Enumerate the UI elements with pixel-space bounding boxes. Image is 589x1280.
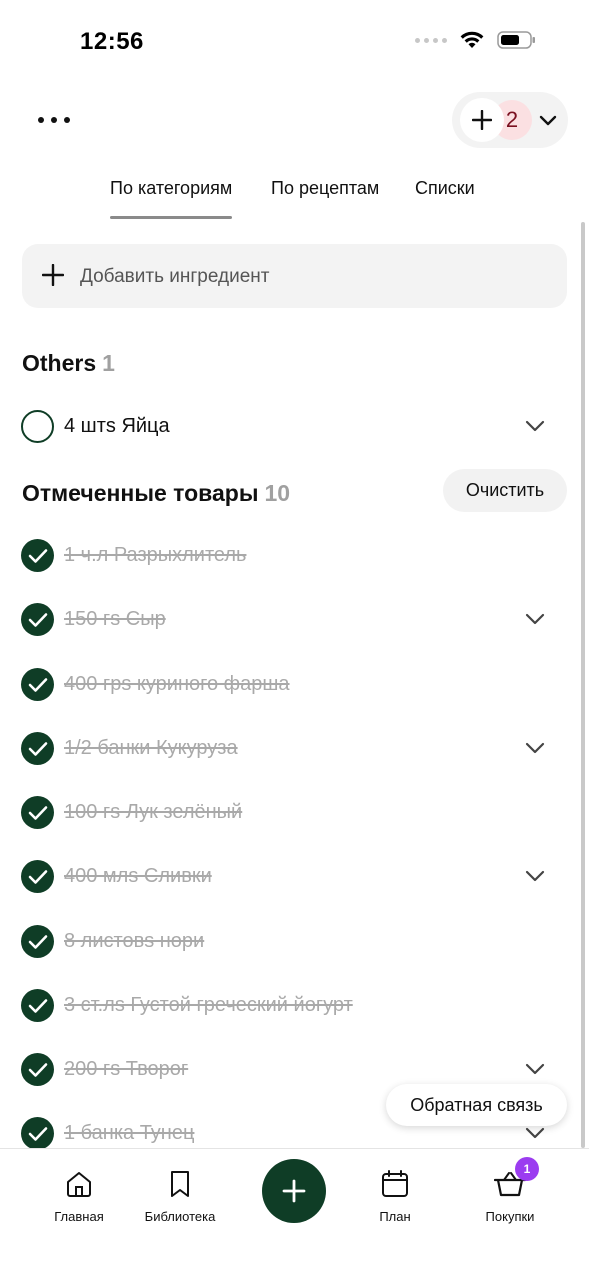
chevron-down-icon[interactable] [524,739,546,757]
item-label: 1 банка Тунец [64,1122,195,1144]
item-checkbox[interactable] [21,668,54,701]
item-label: 1/2 банки Кукуруза [64,737,238,759]
top-bar: 2 [0,92,589,148]
section-count: 10 [264,480,291,506]
status-bar: 12:56 [0,0,589,80]
nav-library[interactable]: Библиотека [125,1167,235,1224]
item-checkbox[interactable] [21,925,54,958]
tab-lists[interactable]: Списки [415,178,475,199]
item-label: 1 ч.л Разрыхлитель [64,544,247,566]
chevron-down-icon[interactable] [524,610,546,628]
status-icons [415,30,537,50]
section-others-title: Others 1 [22,350,115,377]
item-checkbox[interactable] [21,732,54,765]
chevron-down-icon[interactable] [538,108,558,132]
item-checkbox[interactable] [21,410,54,443]
list-item: 400 грs куриного фарша [0,664,589,704]
check-icon [28,677,47,692]
item-label: 8 листовs нори [64,930,205,952]
list-item: 400 млs Сливки [0,856,589,896]
feedback-button[interactable]: Обратная связь [386,1084,567,1126]
check-icon [28,805,47,820]
nav-plan-label: План [379,1209,411,1224]
status-time: 12:56 [80,28,144,55]
bottom-nav: Главная Библиотека План 1 Покупки [0,1148,589,1280]
check-icon [28,934,47,949]
item-label: 100 гs Лук зелёный [64,801,243,823]
section-count: 1 [102,350,115,376]
list-item: 3 ст.лs Густой греческий йогурт [0,985,589,1025]
section-title-text: Others [22,350,97,376]
section-checked-title: Отмеченные товары 10 [22,480,290,507]
item-checkbox[interactable] [21,539,54,572]
check-icon [28,1062,47,1077]
bookmark-icon [171,1171,189,1197]
check-icon [28,1126,47,1141]
list-item: 100 гs Лук зелёный [0,792,589,832]
check-icon [28,741,47,756]
check-icon [28,998,47,1013]
tab-by-category[interactable]: По категориям [110,178,233,219]
item-label: 150 гs Сыр [64,608,166,630]
nav-home-label: Главная [54,1209,104,1224]
item-label: 3 ст.лs Густой греческий йогурт [64,994,353,1016]
chevron-down-icon[interactable] [524,417,546,435]
chevron-down-icon[interactable] [524,1060,546,1078]
add-servings-button[interactable] [460,98,504,142]
list-item: 4 штs Яйца [0,406,589,446]
check-icon [28,869,47,884]
check-icon [28,548,47,563]
add-ingredient-input[interactable]: Добавить ингредиент [22,244,567,308]
tab-by-recipe[interactable]: По рецептам [271,178,379,199]
plus-icon [282,1179,306,1203]
cellular-signal-icon [415,37,447,43]
check-icon [28,612,47,627]
tabs: По категориям По рецептам Списки [0,172,589,222]
plus-icon [472,110,492,130]
home-icon [67,1172,91,1197]
item-label: 400 грs куриного фарша [64,673,290,695]
nav-home[interactable]: Главная [24,1167,134,1224]
nav-plan[interactable]: План [340,1167,450,1224]
nav-library-label: Библиотека [144,1209,216,1224]
clear-button[interactable]: Очистить [443,469,567,512]
list-item: 200 гs Творог [0,1049,589,1089]
nav-shopping-label: Покупки [485,1209,535,1224]
list-item: 1/2 банки Кукуруза [0,728,589,768]
chevron-down-icon[interactable] [524,1124,546,1142]
item-label: 400 млs Сливки [64,865,212,887]
list-item: 150 гs Сыр [0,599,589,639]
servings-selector[interactable]: 2 [452,92,568,148]
item-label: 4 штs Яйца [64,415,170,437]
plus-icon [42,264,64,286]
calendar-icon [382,1170,408,1197]
item-checkbox[interactable] [21,1117,54,1150]
list-item: 8 листовs нори [0,921,589,961]
item-checkbox[interactable] [21,603,54,636]
item-checkbox[interactable] [21,860,54,893]
add-button[interactable] [262,1159,326,1223]
battery-icon [497,31,535,49]
item-label: 200 гs Творог [64,1058,189,1080]
item-checkbox[interactable] [21,989,54,1022]
add-ingredient-label: Добавить ингредиент [80,266,270,287]
item-checkbox[interactable] [21,796,54,829]
list-item: 1 ч.л Разрыхлитель [0,535,589,575]
section-title-text: Отмеченные товары [22,480,259,506]
nav-shopping[interactable]: 1 Покупки [455,1157,565,1224]
shopping-badge: 1 [515,1157,539,1181]
chevron-down-icon[interactable] [524,867,546,885]
item-checkbox[interactable] [21,1053,54,1086]
wifi-icon [460,31,484,48]
more-menu-icon[interactable] [38,106,70,134]
